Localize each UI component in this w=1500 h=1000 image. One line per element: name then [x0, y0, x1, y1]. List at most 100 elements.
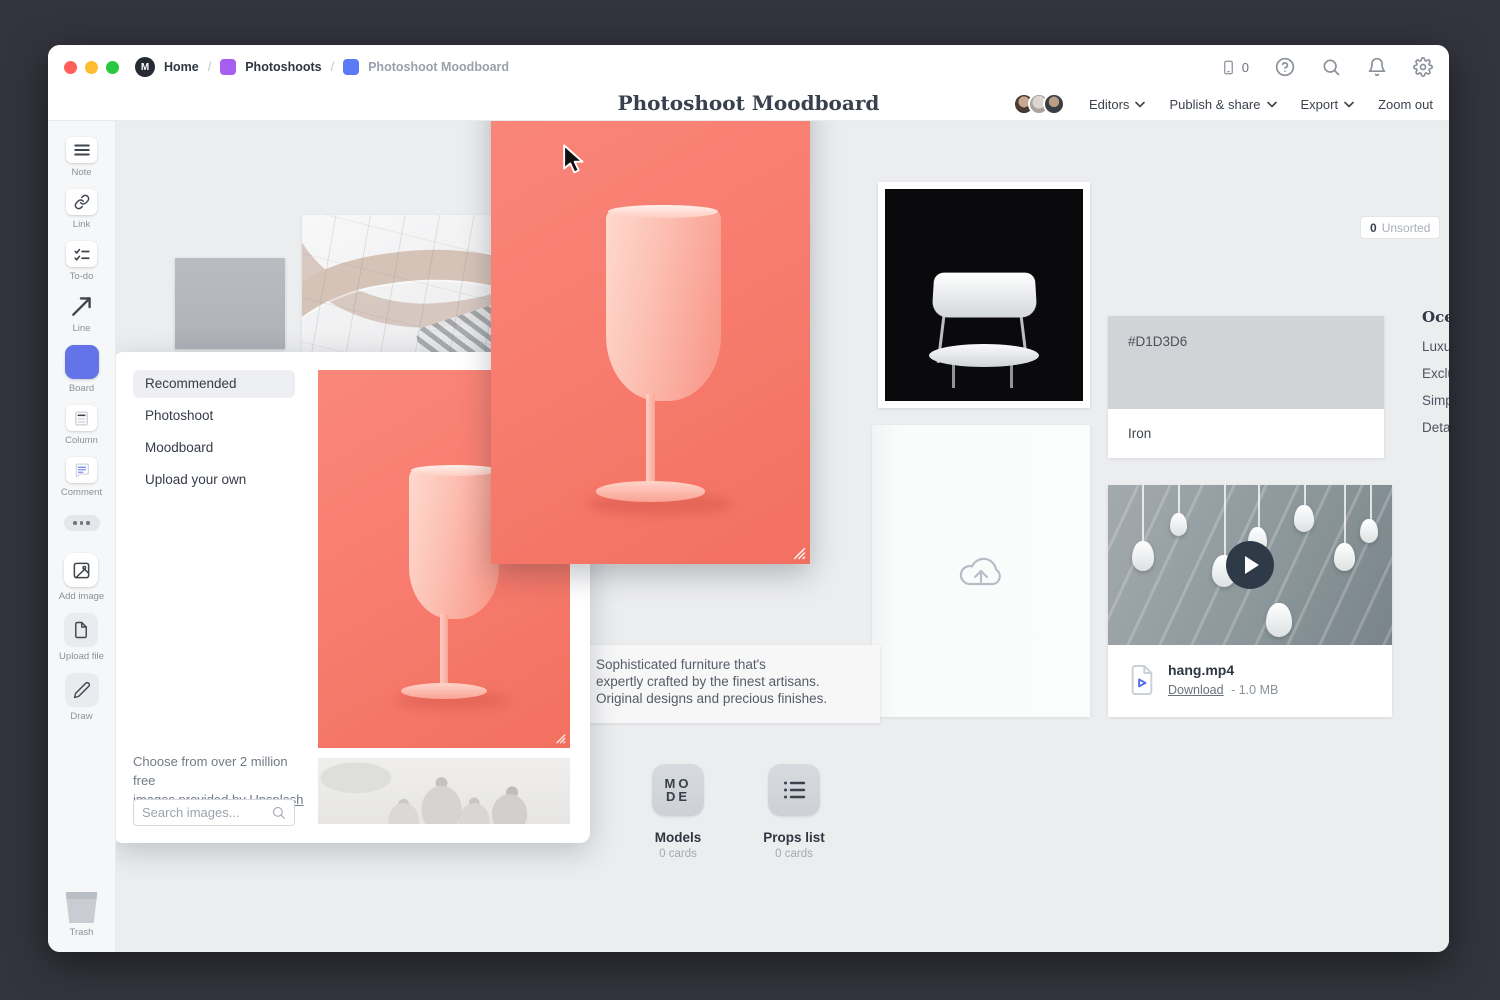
export-menu[interactable]: Export	[1301, 97, 1355, 112]
column-icon	[73, 410, 90, 427]
title-bar: Photoshoot Moodboard Editors Publish & s…	[48, 89, 1449, 121]
draw-pencil-icon	[73, 681, 91, 699]
download-link[interactable]: Download	[1168, 683, 1224, 697]
models-board-icon: MO DE	[652, 764, 704, 816]
video-size: - 1.0 MB	[1231, 683, 1278, 697]
upload-placeholder-card[interactable]	[872, 425, 1090, 717]
breadcrumb-home[interactable]: Home	[164, 60, 199, 74]
board-title-label: Props list	[742, 830, 846, 845]
note-text-line: Sophisticated furniture that's	[596, 656, 866, 673]
help-icon	[1275, 57, 1295, 77]
play-button[interactable]	[1226, 541, 1274, 589]
tab-moodboard[interactable]: Moodboard	[133, 434, 295, 462]
tool-label: Upload file	[59, 651, 104, 662]
image-search-box	[133, 799, 295, 826]
text-note-card[interactable]: Sophisticated furniture that's expertly …	[582, 645, 880, 723]
trash-icon	[64, 892, 100, 923]
upload-file-icon	[72, 621, 90, 639]
publish-share-menu[interactable]: Publish & share	[1169, 97, 1276, 112]
color-name-label: Iron	[1128, 426, 1151, 441]
search-icon	[271, 805, 286, 820]
tool-label: Comment	[61, 487, 102, 498]
top-bar-actions: 0	[1221, 57, 1433, 78]
tool-label: Board	[69, 383, 94, 394]
trash-dropzone[interactable]: Trash	[64, 892, 100, 938]
tool-link[interactable]: Link	[66, 189, 97, 230]
video-meta: hang.mp4 Download - 1.0 MB	[1108, 645, 1392, 717]
tool-label: Line	[73, 323, 91, 334]
settings-button[interactable]	[1413, 57, 1433, 77]
resize-handle[interactable]	[791, 545, 806, 560]
editors-menu[interactable]: Editors	[1089, 97, 1145, 112]
notifications-button[interactable]	[1367, 57, 1387, 77]
moodboard-board-icon[interactable]	[343, 59, 359, 75]
selected-coral-image-card[interactable]	[491, 84, 810, 564]
video-card[interactable]: hang.mp4 Download - 1.0 MB	[1108, 485, 1392, 717]
export-label: Export	[1301, 97, 1339, 112]
search-button[interactable]	[1321, 57, 1341, 77]
column-item[interactable]: Deta	[1422, 420, 1449, 435]
gear-icon	[1413, 57, 1433, 77]
tool-todo[interactable]: To-do	[66, 241, 97, 282]
mobile-count: 0	[1242, 60, 1249, 75]
board-card-count: 0 cards	[626, 848, 730, 860]
help-button[interactable]	[1275, 57, 1295, 77]
tool-line[interactable]: Line	[66, 293, 97, 334]
tab-upload-your-own[interactable]: Upload your own	[133, 466, 295, 494]
mouse-cursor-icon	[562, 144, 584, 174]
board-tile-models[interactable]: MO DE Models 0 cards	[626, 764, 730, 860]
chair-image-card[interactable]	[878, 182, 1090, 408]
breadcrumb-separator: /	[331, 60, 334, 74]
title-bar-actions: Editors Publish & share Export Zoom out	[1013, 89, 1433, 119]
tool-board[interactable]: Board	[65, 345, 99, 394]
tool-column[interactable]: Column	[65, 405, 98, 446]
tool-note[interactable]: Note	[66, 137, 97, 178]
video-filename: hang.mp4	[1168, 662, 1234, 678]
minimize-window-button[interactable]	[85, 61, 98, 74]
zoom-out-button[interactable]: Zoom out	[1378, 97, 1433, 112]
tool-draw[interactable]: Draw	[65, 673, 99, 722]
column-item[interactable]: Simp	[1422, 393, 1449, 408]
comment-icon	[73, 462, 91, 479]
resize-handle[interactable]	[554, 732, 566, 744]
tool-add-image[interactable]: Add image	[59, 553, 104, 602]
board-tile-props-list[interactable]: Props list 0 cards	[742, 764, 846, 860]
tool-label: Column	[65, 435, 98, 446]
app-window: M Home / Photoshoots / Photoshoot Moodbo…	[48, 45, 1449, 952]
column-item[interactable]: Exclu	[1422, 366, 1449, 381]
search-images-input[interactable]	[142, 805, 271, 820]
close-window-button[interactable]	[64, 61, 77, 74]
video-thumbnail	[1108, 485, 1392, 645]
chevron-down-icon	[1135, 101, 1145, 108]
editor-avatars[interactable]	[1013, 93, 1065, 115]
cropped-column-card[interactable]: Ocea Luxu Exclu Simp Deta	[1422, 308, 1449, 447]
tool-label: Draw	[70, 711, 92, 722]
color-hex-label: #D1D3D6	[1128, 334, 1187, 349]
avatar	[1043, 93, 1065, 115]
note-text-line: Original designs and precious finishes.	[596, 690, 866, 707]
milanote-logo-icon[interactable]: M	[135, 57, 155, 77]
header: M Home / Photoshoots / Photoshoot Moodbo…	[48, 45, 1449, 121]
color-swatch-card[interactable]: #D1D3D6 Iron	[1108, 316, 1384, 458]
breadcrumb-photoshoots[interactable]: Photoshoots	[245, 60, 321, 74]
tab-photoshoot[interactable]: Photoshoot	[133, 402, 295, 430]
breadcrumb-current: Photoshoot Moodboard	[368, 60, 509, 74]
zoom-window-button[interactable]	[106, 61, 119, 74]
photoshoots-board-icon[interactable]	[220, 59, 236, 75]
more-tools-button[interactable]	[64, 515, 100, 531]
unsorted-label: Unsorted	[1382, 221, 1431, 235]
editors-label: Editors	[1089, 97, 1129, 112]
family-photo-thumbnail[interactable]	[318, 758, 570, 824]
mobile-device-button[interactable]: 0	[1221, 57, 1249, 78]
tool-label: To-do	[70, 271, 94, 282]
gray-image-card[interactable]	[175, 258, 285, 349]
search-icon	[1321, 57, 1341, 77]
column-item[interactable]: Luxu	[1422, 339, 1449, 354]
note-icon	[73, 143, 91, 157]
board-title-label: Models	[626, 830, 730, 845]
tool-comment[interactable]: Comment	[61, 457, 102, 498]
tab-recommended[interactable]: Recommended	[133, 370, 295, 398]
unsorted-badge[interactable]: 0 Unsorted	[1360, 216, 1440, 239]
tool-upload-file[interactable]: Upload file	[59, 613, 104, 662]
chevron-down-icon	[1344, 101, 1354, 108]
